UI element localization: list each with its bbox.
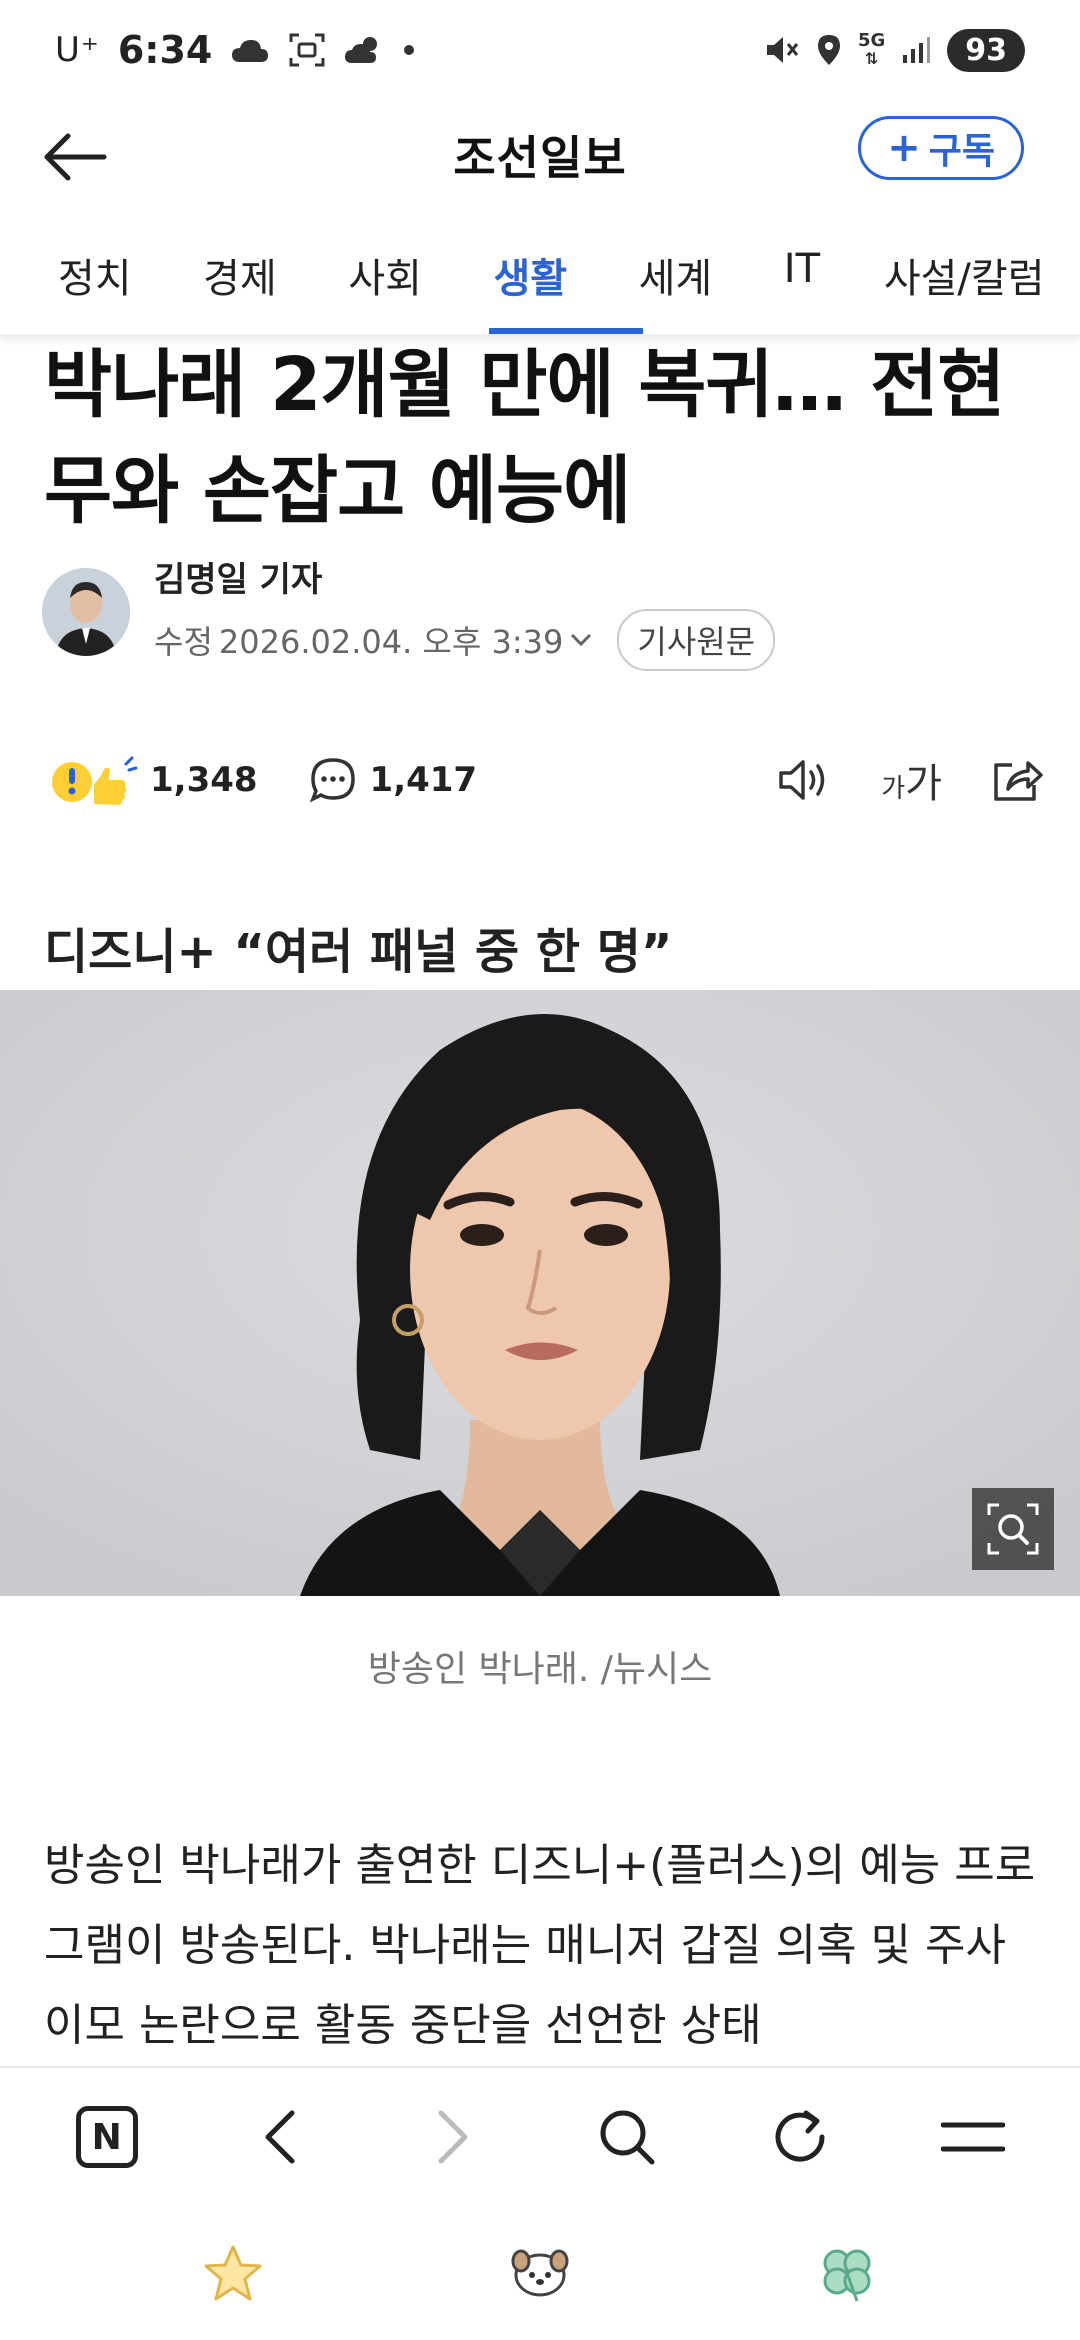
reaction-button[interactable]: 1,348 — [48, 752, 258, 808]
image-zoom-button[interactable] — [972, 1488, 1054, 1570]
font-size-small-label: 가 — [881, 774, 906, 804]
network-5g-icon: 5G ⇅ — [857, 30, 886, 68]
font-size-button[interactable]: 가 가 — [881, 751, 942, 809]
tab-life[interactable]: 생활 — [489, 230, 643, 334]
search-button[interactable] — [582, 2092, 672, 2182]
screenshot-icon — [288, 32, 326, 68]
subscribe-button[interactable]: + 구독 — [858, 116, 1024, 180]
tab-it[interactable]: IT — [784, 230, 884, 334]
status-time: 6:34 — [117, 28, 213, 72]
photo-caption: 방송인 박나래. /뉴시스 — [367, 1649, 713, 1690]
favorites-button[interactable] — [188, 2228, 278, 2318]
tab-economy[interactable]: 경제 — [203, 230, 348, 334]
article-photo[interactable] — [0, 990, 1080, 1596]
article-subheading: 디즈니+ “여러 패널 중 한 명” — [44, 924, 673, 980]
modified-date-toggle[interactable]: 수정 2026.02.04. 오후 3:39 — [154, 617, 593, 663]
comment-count: 1,417 — [369, 760, 478, 800]
tab-politics[interactable]: 정치 — [58, 230, 203, 334]
search-icon — [600, 2110, 655, 2165]
naver-home-button[interactable]: N — [62, 2092, 152, 2182]
category-tabs: 정치 경제 사회 생활 세계 IT 사설/칼럼 — [0, 230, 1080, 334]
chevron-right-icon — [438, 2110, 468, 2164]
chevron-down-icon — [571, 633, 592, 647]
modified-date: 2026.02.04. 오후 3:39 — [218, 623, 564, 661]
weather-icon — [344, 33, 384, 67]
listen-button[interactable] — [777, 755, 833, 805]
cloud-icon — [230, 36, 270, 64]
battery-indicator: 93 — [947, 28, 1025, 72]
plus-icon: + — [887, 125, 921, 171]
refresh-icon — [775, 2110, 825, 2162]
speaker-icon — [779, 760, 825, 800]
subscribe-label: 구독 — [928, 131, 995, 172]
comment-icon — [309, 758, 355, 803]
font-size-large-label: 가 — [905, 761, 942, 807]
notification-dot-icon — [402, 43, 416, 57]
character-button[interactable] — [495, 2228, 585, 2318]
status-bar: U⁺ 6:34 5G ⇅ 93 — [0, 0, 1080, 100]
hamburger-menu-icon — [941, 2122, 1006, 2152]
clover-button[interactable] — [802, 2228, 892, 2318]
reaction-bar: 1,348 1,417 가 가 — [0, 740, 1080, 820]
article-headline: 박나래 2개월 만에 복귀… 전현무와 손잡고 예능에 — [44, 342, 1005, 534]
modified-label: 수정 — [154, 623, 213, 661]
author-avatar[interactable] — [42, 567, 130, 656]
carrier-label: U⁺ — [55, 30, 100, 70]
byline: 김명일 기자 수정 2026.02.04. 오후 3:39 기사원문 — [42, 552, 776, 671]
network-label: 5G — [857, 30, 886, 51]
reaction-count: 1,348 — [150, 760, 258, 800]
share-button[interactable] — [990, 755, 1044, 805]
back-nav-button[interactable] — [235, 2092, 325, 2182]
tab-opinion[interactable]: 사설/칼럼 — [884, 230, 1080, 334]
mute-icon — [764, 33, 800, 67]
author-name[interactable]: 김명일 기자 — [154, 552, 775, 601]
tab-society[interactable]: 사회 — [348, 230, 493, 334]
article-body: 방송인 박나래가 출연한 디즈니+(플러스)의 예능 프로그램이 방송된다. 박… — [44, 1840, 1036, 2051]
app-header: 조선일보 + 구독 — [0, 100, 1080, 220]
reaction-emoji-icon — [52, 756, 138, 805]
star-icon — [204, 2245, 262, 2301]
tab-world[interactable]: 세계 — [639, 230, 784, 334]
original-article-button[interactable]: 기사원문 — [617, 609, 776, 671]
chevron-left-icon — [265, 2110, 295, 2164]
signal-icon — [901, 35, 931, 65]
portrait-image — [0, 990, 1080, 1596]
share-icon — [994, 761, 1043, 801]
comment-button[interactable]: 1,417 — [308, 755, 478, 805]
n-logo-icon: N — [75, 2106, 138, 2168]
zoom-search-icon — [987, 1503, 1039, 1555]
shortcut-bar — [0, 2206, 1080, 2340]
puppy-face-icon — [511, 2249, 569, 2297]
refresh-button[interactable] — [755, 2092, 845, 2182]
location-icon — [816, 33, 842, 67]
menu-button[interactable] — [928, 2092, 1018, 2182]
clover-icon — [823, 2249, 871, 2302]
browser-toolbar: N — [0, 2066, 1080, 2206]
forward-nav-button[interactable] — [408, 2092, 498, 2182]
